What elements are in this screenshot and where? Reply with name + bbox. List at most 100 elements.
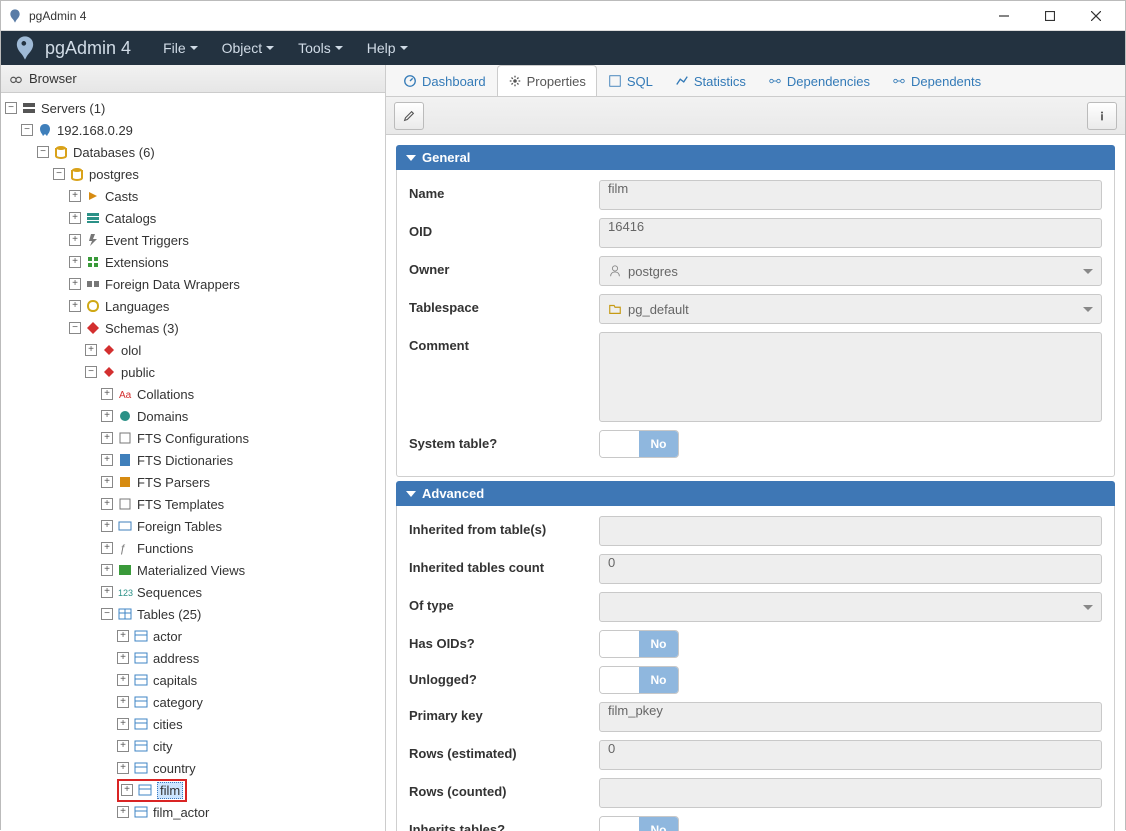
- dashboard-icon: [403, 74, 417, 88]
- tree-databases[interactable]: −Databases (6): [1, 141, 385, 163]
- database-icon: [53, 144, 69, 160]
- table-icon: [133, 738, 149, 754]
- label-has-oids: Has OIDs?: [409, 630, 599, 651]
- menu-file[interactable]: File: [151, 40, 210, 56]
- field-oid: 16416: [599, 218, 1102, 248]
- tree-functions[interactable]: +ƒFunctions: [1, 537, 385, 559]
- browser-panel: Browser −Servers (1) −192.168.0.29 −Data…: [1, 65, 386, 831]
- tree-table-address[interactable]: +address: [1, 647, 385, 669]
- label-of-type: Of type: [409, 592, 599, 613]
- field-comment[interactable]: [599, 332, 1102, 422]
- user-icon: [608, 264, 622, 278]
- properties-content[interactable]: General Namefilm OID16416 Ownerpostgres …: [386, 135, 1125, 831]
- field-tablespace[interactable]: pg_default: [599, 294, 1102, 324]
- close-button[interactable]: [1073, 1, 1119, 31]
- tables-icon: [117, 606, 133, 622]
- table-icon: [133, 672, 149, 688]
- tree-db-postgres[interactable]: −postgres: [1, 163, 385, 185]
- triangle-down-icon: [406, 155, 416, 161]
- tree-foreign-tables[interactable]: +Foreign Tables: [1, 515, 385, 537]
- tree-fts-conf[interactable]: +FTS Configurations: [1, 427, 385, 449]
- field-of-type[interactable]: [599, 592, 1102, 622]
- collations-icon: Aa: [117, 386, 133, 402]
- main-tabs: Dashboard Properties SQL Statistics Depe…: [386, 65, 1125, 97]
- section-advanced-header[interactable]: Advanced: [396, 481, 1115, 506]
- field-rows-est: 0: [599, 740, 1102, 770]
- languages-icon: [85, 298, 101, 314]
- tree-catalogs[interactable]: +Catalogs: [1, 207, 385, 229]
- table-icon: [133, 694, 149, 710]
- window-title: pgAdmin 4: [29, 9, 981, 23]
- caret-down-icon: [1083, 307, 1093, 312]
- table-icon: [133, 804, 149, 820]
- tree-table-category[interactable]: +category: [1, 691, 385, 713]
- svg-text:123: 123: [118, 588, 133, 598]
- switch-inherits-tables[interactable]: No: [599, 816, 679, 831]
- switch-system-table[interactable]: No: [599, 430, 679, 458]
- fts-conf-icon: [117, 430, 133, 446]
- tree-schemas[interactable]: −Schemas (3): [1, 317, 385, 339]
- edit-button[interactable]: [394, 102, 424, 130]
- label-pkey: Primary key: [409, 702, 599, 723]
- tree-collations[interactable]: +AaCollations: [1, 383, 385, 405]
- tree-table-cities[interactable]: +cities: [1, 713, 385, 735]
- switch-unlogged[interactable]: No: [599, 666, 679, 694]
- mat-views-icon: [117, 562, 133, 578]
- tree-sequences[interactable]: +123Sequences: [1, 581, 385, 603]
- statistics-icon: [675, 74, 689, 88]
- server-group-icon: [21, 100, 37, 116]
- tree-extensions[interactable]: +Extensions: [1, 251, 385, 273]
- schema-icon: [101, 342, 117, 358]
- tree-fts-parsers[interactable]: +FTS Parsers: [1, 471, 385, 493]
- tree-mat-views[interactable]: +Materialized Views: [1, 559, 385, 581]
- object-tree[interactable]: −Servers (1) −192.168.0.29 −Databases (6…: [1, 93, 385, 831]
- menu-object[interactable]: Object: [210, 40, 286, 56]
- triangle-down-icon: [406, 491, 416, 497]
- svg-text:Aa: Aa: [119, 390, 132, 401]
- field-owner[interactable]: postgres: [599, 256, 1102, 286]
- maximize-button[interactable]: [1027, 1, 1073, 31]
- pencil-icon: [402, 109, 416, 123]
- field-pkey: film_pkey: [599, 702, 1102, 732]
- section-general-header[interactable]: General: [396, 145, 1115, 170]
- tree-servers[interactable]: −Servers (1): [1, 97, 385, 119]
- folder-icon: [608, 302, 622, 316]
- tree-table-country[interactable]: +country: [1, 757, 385, 779]
- tree-languages[interactable]: +Languages: [1, 295, 385, 317]
- tree-schema-public[interactable]: −public: [1, 361, 385, 383]
- tree-domains[interactable]: +Domains: [1, 405, 385, 427]
- minimize-button[interactable]: [981, 1, 1027, 31]
- sequences-icon: 123: [117, 584, 133, 600]
- tab-dashboard[interactable]: Dashboard: [392, 65, 497, 96]
- tree-table-actor[interactable]: +actor: [1, 625, 385, 647]
- tree-table-city[interactable]: +city: [1, 735, 385, 757]
- label-tablespace: Tablespace: [409, 294, 599, 315]
- tree-tables[interactable]: −Tables (25): [1, 603, 385, 625]
- fts-parsers-icon: [117, 474, 133, 490]
- tree-casts[interactable]: +Casts: [1, 185, 385, 207]
- tree-table-film[interactable]: +film: [1, 779, 385, 801]
- tree-fdw[interactable]: +Foreign Data Wrappers: [1, 273, 385, 295]
- tree-table-capitals[interactable]: +capitals: [1, 669, 385, 691]
- caret-down-icon: [335, 46, 343, 50]
- tab-dependencies[interactable]: Dependencies: [757, 65, 881, 96]
- tab-statistics[interactable]: Statistics: [664, 65, 757, 96]
- table-icon: [133, 650, 149, 666]
- field-name: film: [599, 180, 1102, 210]
- tab-dependents[interactable]: Dependents: [881, 65, 992, 96]
- tree-fts-dict[interactable]: +FTS Dictionaries: [1, 449, 385, 471]
- tree-table-film-actor[interactable]: +film_actor: [1, 801, 385, 823]
- tree-host[interactable]: −192.168.0.29: [1, 119, 385, 141]
- tab-sql[interactable]: SQL: [597, 65, 664, 96]
- tree-fts-templates[interactable]: +FTS Templates: [1, 493, 385, 515]
- schema-icon: [101, 364, 117, 380]
- menu-tools[interactable]: Tools: [286, 40, 355, 56]
- menu-help[interactable]: Help: [355, 40, 420, 56]
- switch-has-oids[interactable]: No: [599, 630, 679, 658]
- tab-properties[interactable]: Properties: [497, 65, 597, 96]
- field-inherit-count: 0: [599, 554, 1102, 584]
- tree-event-triggers[interactable]: +Event Triggers: [1, 229, 385, 251]
- info-button[interactable]: [1087, 102, 1117, 130]
- tree-schema-olol[interactable]: +olol: [1, 339, 385, 361]
- label-inherits-tables: Inherits tables?: [409, 816, 599, 831]
